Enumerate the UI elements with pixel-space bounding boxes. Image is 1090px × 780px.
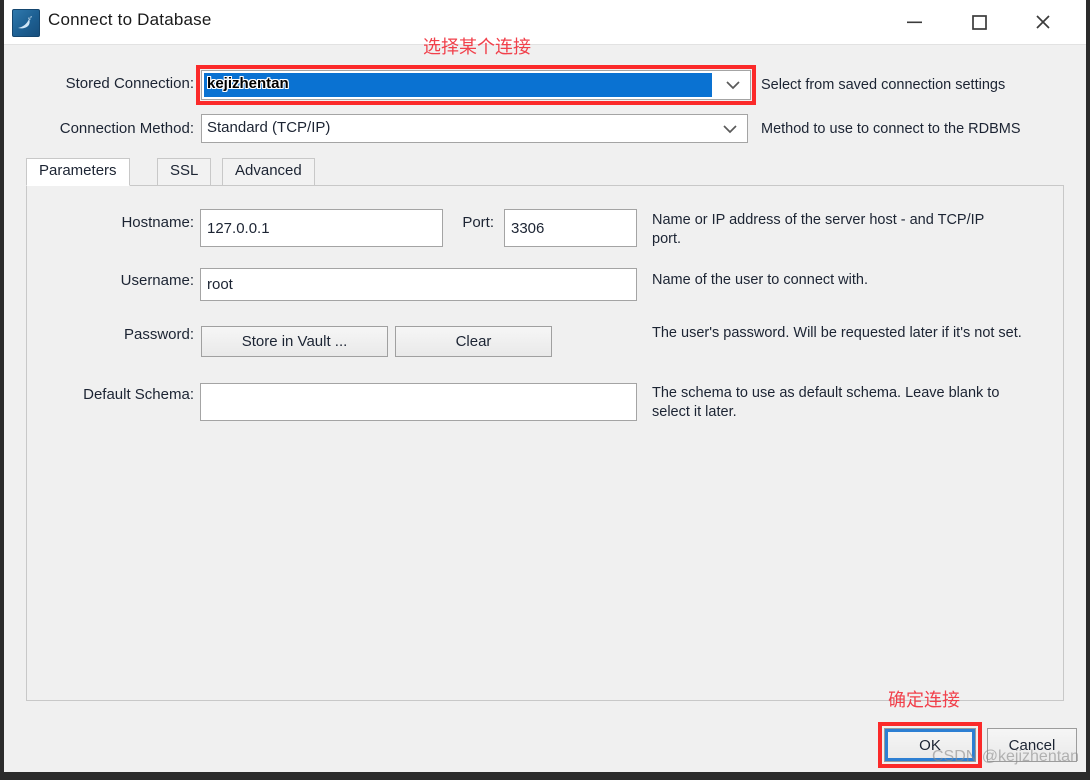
chevron-down-icon[interactable]: [716, 71, 750, 99]
username-hint: Name of the user to connect with.: [652, 272, 868, 288]
minimize-icon: [907, 21, 922, 23]
tab-parameters[interactable]: Parameters: [26, 158, 130, 186]
close-icon: [1036, 14, 1050, 29]
stored-connection-value: kejizhentan: [207, 75, 289, 92]
password-label: Password:: [123, 326, 194, 343]
chevron-down-icon[interactable]: [713, 115, 747, 142]
title-bar: Connect to Database: [4, 0, 1086, 45]
tab-strip: Parameters SSL Advanced: [26, 158, 1064, 186]
watermark: CSDN @kejizhentan: [932, 748, 1079, 765]
hostname-label: Hostname:: [121, 214, 194, 231]
port-input[interactable]: [504, 209, 637, 247]
password-hint: The user's password. Will be requested l…: [652, 325, 1022, 341]
username-label: Username:: [120, 272, 194, 289]
hostname-input[interactable]: [200, 209, 443, 247]
annotation-confirm-connection: 确定连接: [888, 690, 960, 711]
clear-password-button[interactable]: Clear: [395, 326, 552, 357]
stored-connection-label: Stored Connection:: [65, 75, 194, 92]
stored-connection-hint: Select from saved connection settings: [761, 77, 1006, 93]
stored-connection-dropdown[interactable]: kejizhentan: [201, 70, 751, 100]
connect-to-database-dialog: Connect to Database 选择某个连接 Stored Connec…: [4, 0, 1086, 772]
store-in-vault-button[interactable]: Store in Vault ...: [201, 326, 388, 357]
connection-method-label: Connection Method:: [59, 120, 194, 137]
parameters-panel: [26, 185, 1064, 701]
maximize-button[interactable]: [956, 0, 1002, 43]
default-schema-input[interactable]: [200, 383, 637, 421]
mysql-dolphin-icon: [12, 9, 40, 37]
connection-method-hint: Method to use to connect to the RDBMS: [761, 121, 1021, 137]
close-button[interactable]: [1020, 0, 1066, 43]
connection-method-dropdown[interactable]: Standard (TCP/IP): [201, 114, 748, 143]
page-title: Connect to Database: [48, 10, 212, 29]
tab-advanced[interactable]: Advanced: [222, 158, 315, 186]
maximize-icon: [972, 14, 987, 30]
default-schema-hint: The schema to use as default schema. Lea…: [652, 385, 1000, 420]
port-label: Port:: [462, 214, 494, 231]
connection-method-value: Standard (TCP/IP): [207, 119, 331, 136]
annotation-select-connection: 选择某个连接: [423, 37, 531, 58]
default-schema-label: Default Schema:: [83, 386, 194, 403]
minimize-button[interactable]: [892, 0, 938, 43]
tab-ssl[interactable]: SSL: [157, 158, 212, 186]
username-input[interactable]: [200, 268, 637, 301]
hostname-hint: Name or IP address of the server host - …: [652, 212, 985, 247]
